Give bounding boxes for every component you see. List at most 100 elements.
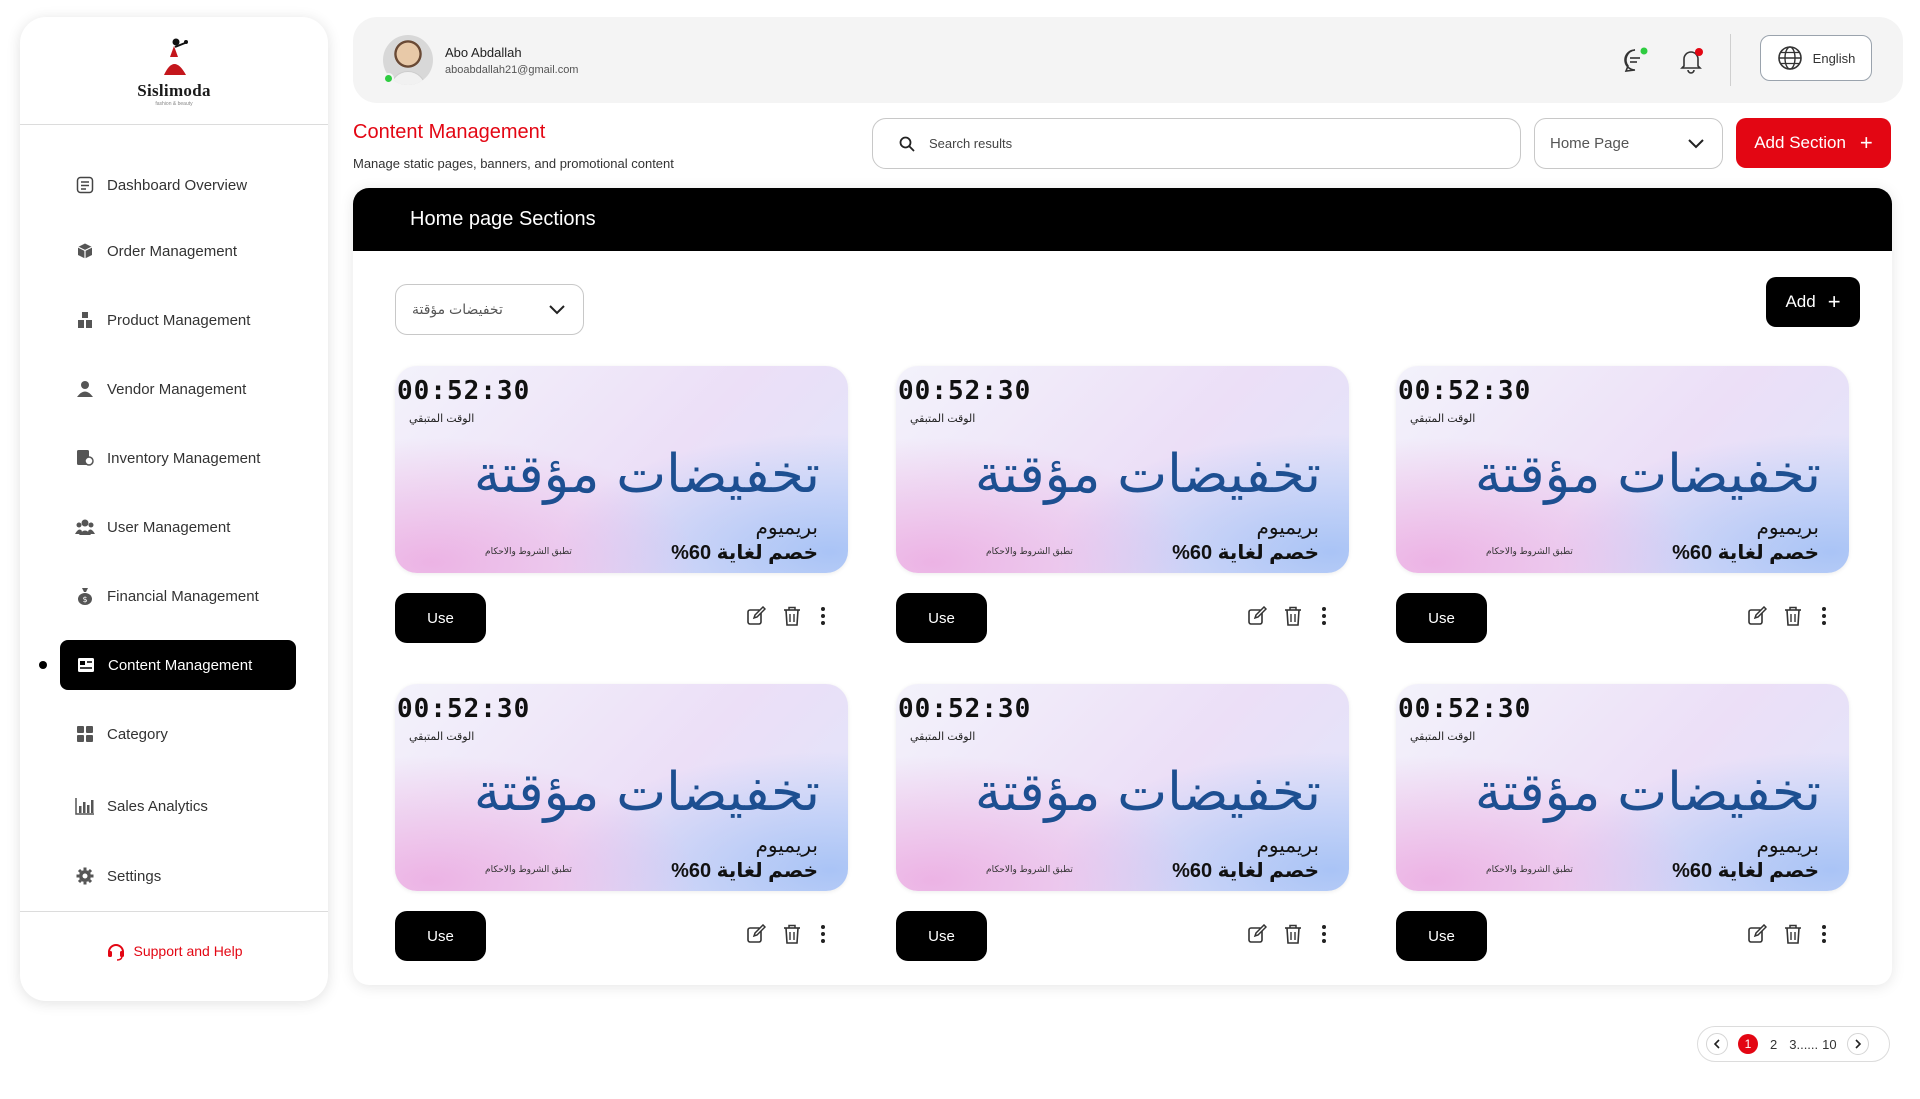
delete-button[interactable] <box>1782 924 1804 949</box>
banner-title: تخفيضات مؤقتة <box>473 762 820 823</box>
use-button[interactable]: Use <box>395 593 486 643</box>
timer-label: الوقت المتبقي <box>409 413 475 425</box>
countdown-timer: 00:52:30 <box>1398 376 1532 406</box>
more-vertical-icon <box>1321 924 1327 949</box>
language-label: English <box>1812 50 1856 66</box>
add-label: Add <box>1785 292 1816 311</box>
notifications-button[interactable] <box>1676 45 1706 75</box>
delete-button[interactable] <box>1282 924 1304 947</box>
chevron-down-icon <box>549 304 565 314</box>
banner-title: تخفيضات مؤقتة <box>473 444 820 505</box>
edit-button[interactable] <box>1246 923 1268 947</box>
prev-page-button[interactable] <box>1706 1033 1728 1055</box>
products-icon <box>75 310 95 330</box>
sidebar-item-financial[interactable]: $ Financial Management <box>75 571 259 621</box>
globe-icon <box>1777 46 1802 70</box>
more-options-button[interactable] <box>1813 606 1835 631</box>
more-vertical-icon <box>1821 606 1827 631</box>
messages-button[interactable] <box>1620 45 1650 75</box>
sidebar-item-products[interactable]: Product Management <box>75 295 250 345</box>
banner-title: تخفيضات مؤقتة <box>1474 444 1821 505</box>
add-section-button[interactable]: Add Section + <box>1736 118 1891 168</box>
more-options-button[interactable] <box>812 924 834 949</box>
plus-icon: + <box>1859 130 1873 155</box>
more-vertical-icon <box>820 924 826 949</box>
brand-logo[interactable]: Sislimoda fashion & beauty <box>20 17 328 124</box>
edit-button[interactable] <box>1746 923 1768 949</box>
edit-button[interactable] <box>745 923 767 949</box>
more-options-button[interactable] <box>812 606 834 631</box>
sidebar-item-orders[interactable]: Order Management <box>75 226 237 276</box>
sidebar-item-label: Order Management <box>107 242 238 260</box>
use-button[interactable]: Use <box>896 593 987 643</box>
edit-icon <box>1247 605 1268 631</box>
banner-card[interactable]: 00:52:30 الوقت المتبقي تخفيضات مؤقتة بري… <box>395 684 848 891</box>
delete-button[interactable] <box>1782 606 1804 631</box>
next-page-button[interactable] <box>1846 1033 1869 1055</box>
brand-tagline: fashion & beauty <box>155 100 193 107</box>
banner-discount: خصم لغاية 60% <box>671 542 818 564</box>
sidebar-item-content[interactable]: Content Management <box>60 640 296 690</box>
use-button[interactable]: Use <box>896 911 987 961</box>
sidebar-item-settings[interactable]: Settings <box>75 851 161 901</box>
delete-button[interactable] <box>1282 606 1304 631</box>
banner-card[interactable]: 00:52:30 الوقت المتبقي تخفيضات مؤقتة بري… <box>1396 684 1849 891</box>
search-input[interactable]: Search results <box>872 118 1521 169</box>
sidebar-item-label: Vendor Management <box>107 380 247 398</box>
trash-icon <box>1784 924 1802 949</box>
language-button[interactable]: English <box>1760 35 1872 81</box>
chat-icon <box>1624 47 1648 72</box>
sidebar-item-users[interactable]: User Management <box>75 502 230 552</box>
banner-card[interactable]: 00:52:30 الوقت المتبقي تخفيضات مؤقتة بري… <box>395 366 848 573</box>
banner-card[interactable]: 00:52:30 الوقت المتبقي تخفيضات مؤقتة بري… <box>1396 366 1849 573</box>
banner-card[interactable]: 00:52:30 الوقت المتبقي تخفيضات مؤقتة بري… <box>896 366 1349 573</box>
add-button[interactable]: Add + <box>1766 277 1860 327</box>
banner-discount: خصم لغاية 60% <box>1672 542 1819 564</box>
support-label: Support and Help <box>133 943 243 959</box>
page-select-dropdown[interactable]: Home Page <box>1534 118 1723 169</box>
edit-button[interactable] <box>1746 605 1768 629</box>
banner-card[interactable]: 00:52:30 الوقت المتبقي تخفيضات مؤقتة بري… <box>896 684 1349 891</box>
edit-button[interactable] <box>745 605 767 631</box>
trash-icon <box>1784 606 1802 631</box>
more-vertical-icon <box>820 606 826 631</box>
headset-icon <box>107 944 124 961</box>
trash-icon <box>1284 606 1302 631</box>
more-options-button[interactable] <box>1313 606 1335 631</box>
sidebar-item-dashboard[interactable]: Dashboard Overview <box>75 160 247 210</box>
sidebar-item-inventory[interactable]: Inventory Management <box>75 433 260 483</box>
banner-brand: بريميوم <box>1756 517 1819 539</box>
sidebar-item-label: Dashboard Overview <box>107 176 248 194</box>
page-link[interactable]: 3...... <box>1789 1037 1818 1052</box>
banner-title: تخفيضات مؤقتة <box>974 444 1321 505</box>
sidebar-item-label: Category <box>107 725 168 743</box>
sidebar-item-label: Financial Management <box>107 587 259 605</box>
sidebar-item-vendors[interactable]: Vendor Management <box>75 364 246 414</box>
chevron-down-icon <box>1688 138 1704 148</box>
countdown-timer: 00:52:30 <box>1398 694 1532 724</box>
page-link[interactable]: 10 <box>1822 1037 1836 1052</box>
vendor-icon <box>75 379 95 399</box>
use-button[interactable]: Use <box>1396 911 1487 961</box>
edit-icon <box>1747 923 1768 949</box>
edit-button[interactable] <box>1246 605 1268 631</box>
section-filter-dropdown[interactable]: تخفيضات مؤقتة <box>395 284 584 335</box>
delete-button[interactable] <box>781 924 803 947</box>
banner-terms: تطبق الشروط والاحكام <box>485 546 572 556</box>
use-button[interactable]: Use <box>395 911 486 961</box>
more-options-button[interactable] <box>1313 924 1335 949</box>
edit-icon <box>746 605 767 631</box>
bell-icon <box>1680 48 1703 74</box>
delete-button[interactable] <box>781 606 803 629</box>
support-link[interactable]: Support and Help <box>20 941 328 961</box>
user-name: Abo Abdallah <box>445 45 522 60</box>
sidebar-item-analytics[interactable]: Sales Analytics <box>75 781 208 831</box>
edit-icon <box>746 923 767 949</box>
current-page[interactable]: 1 <box>1738 1034 1758 1054</box>
countdown-timer: 00:52:30 <box>898 376 1032 406</box>
sidebar-item-category[interactable]: Category <box>75 709 168 759</box>
more-vertical-icon <box>1321 606 1327 631</box>
use-button[interactable]: Use <box>1396 593 1487 643</box>
more-options-button[interactable] <box>1813 924 1835 947</box>
page-link[interactable]: 2 <box>1770 1037 1777 1052</box>
